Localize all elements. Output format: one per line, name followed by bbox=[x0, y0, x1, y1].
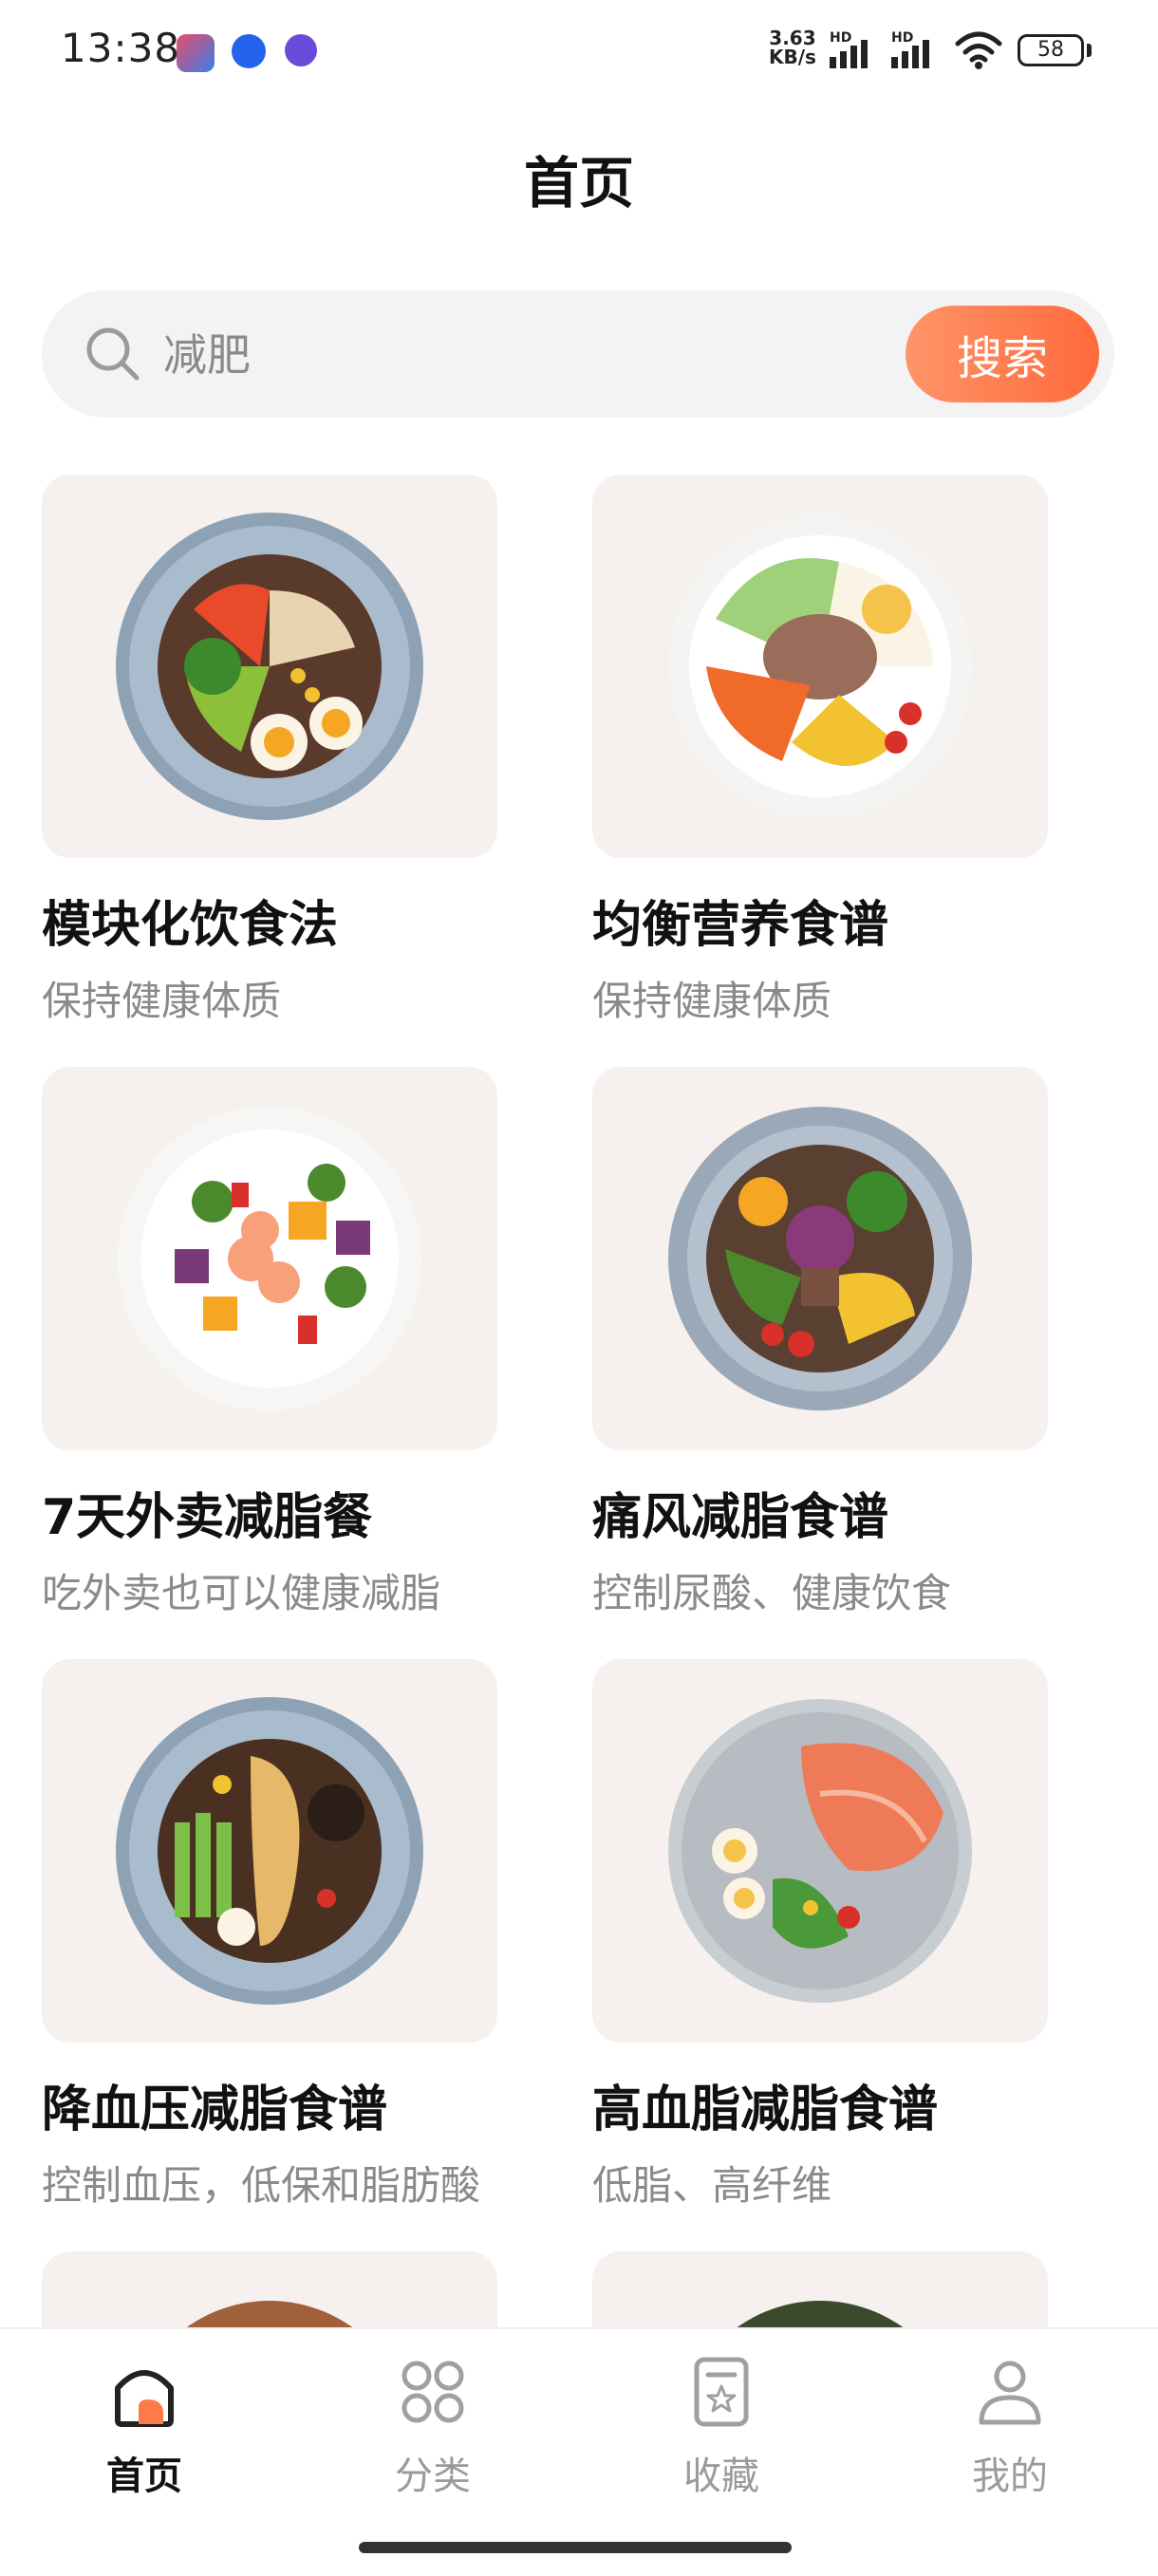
recipe-card[interactable]: 7天外卖减脂餐 吃外卖也可以健康减脂 bbox=[42, 1067, 497, 1619]
category-icon bbox=[402, 2361, 464, 2423]
home-indicator[interactable] bbox=[359, 2542, 792, 2553]
cellular-signal-icon-2: HD bbox=[891, 30, 929, 68]
recipe-card[interactable]: 模块化饮食法 保持健康体质 bbox=[42, 475, 497, 1027]
recipe-image[interactable] bbox=[592, 1067, 1048, 1450]
beef-corn-bowl-image bbox=[668, 1107, 972, 1410]
nav-item-favorites[interactable]: 收藏 bbox=[626, 2354, 816, 2500]
recipe-image[interactable] bbox=[592, 1659, 1048, 2043]
chicken-bowl-image bbox=[116, 513, 423, 820]
recipe-subtitle: 控制血压，低保和脂肪酸 bbox=[42, 2162, 481, 2209]
recipe-subtitle: 控制尿酸、健康饮食 bbox=[592, 1570, 952, 1616]
nav-item-profile[interactable]: 我的 bbox=[915, 2354, 1105, 2500]
recipe-title: 痛风减脂食谱 bbox=[592, 1489, 889, 1546]
nav-label-favorites: 收藏 bbox=[683, 2455, 759, 2498]
recipe-image[interactable] bbox=[592, 2251, 1048, 2335]
nav-item-home[interactable]: 首页 bbox=[49, 2354, 239, 2500]
tuna-salad-image bbox=[668, 514, 972, 818]
recipe-card[interactable] bbox=[592, 2251, 1048, 2335]
battery-level: 58 bbox=[1037, 38, 1064, 62]
recipe-card[interactable]: 降血压减脂食谱 控制血压，低保和脂肪酸 bbox=[42, 1659, 497, 2212]
search-input[interactable] bbox=[161, 319, 830, 391]
network-speed-value: 3.63 bbox=[769, 27, 816, 49]
recipe-title: 7天外卖减脂餐 bbox=[42, 1489, 373, 1546]
recipe-image[interactable] bbox=[592, 475, 1048, 858]
nav-label-profile: 我的 bbox=[972, 2455, 1048, 2498]
recipe-image[interactable] bbox=[42, 2251, 497, 2335]
profile-icon bbox=[979, 2361, 1041, 2425]
favorites-icon bbox=[694, 2357, 749, 2427]
network-speed-unit: KB/s bbox=[769, 46, 816, 68]
signal-hd-label: HD bbox=[830, 30, 851, 46]
cellular-signal-icon: HD bbox=[830, 30, 868, 68]
grilled-chicken-bowl-image bbox=[116, 1697, 423, 2005]
recipe-subtitle: 低脂、高纤维 bbox=[592, 2162, 832, 2209]
recipe-title: 均衡营养食谱 bbox=[592, 897, 889, 954]
wifi-icon bbox=[955, 31, 1002, 69]
status-time: 13:38 bbox=[61, 25, 181, 71]
network-speed: 3.63 KB/s bbox=[769, 28, 816, 66]
cloud-app-notification-icon bbox=[177, 34, 215, 72]
recipe-image[interactable] bbox=[42, 1067, 497, 1450]
shrimp-veggie-bowl-image bbox=[118, 1107, 421, 1410]
search-bar[interactable]: 搜索 bbox=[42, 290, 1114, 418]
home-icon bbox=[115, 2370, 174, 2427]
recipe-card[interactable]: 痛风减脂食谱 控制尿酸、健康饮食 bbox=[592, 1067, 1048, 1619]
recipe-card[interactable]: 均衡营养食谱 保持健康体质 bbox=[592, 475, 1048, 1027]
nav-label-home: 首页 bbox=[106, 2455, 182, 2498]
recipe-title: 模块化饮食法 bbox=[42, 897, 339, 954]
battery-icon: 58 bbox=[1018, 34, 1084, 66]
recipe-title: 降血压减脂食谱 bbox=[42, 2081, 388, 2138]
status-bar: 13:38 3.63 KB/s HD HD 58 bbox=[0, 0, 1158, 104]
signal-hd-label-2: HD bbox=[891, 30, 913, 46]
app-notification-icon bbox=[232, 34, 266, 68]
recipe-image[interactable] bbox=[42, 1659, 497, 2043]
salmon-plate-image bbox=[668, 1699, 972, 2003]
page-title: 首页 bbox=[523, 151, 634, 215]
nav-label-category: 分类 bbox=[395, 2455, 471, 2498]
recipe-subtitle: 保持健康体质 bbox=[592, 978, 832, 1024]
nav-item-category[interactable]: 分类 bbox=[338, 2354, 528, 2500]
recipe-grid: 模块化饮食法 保持健康体质 均衡营养食谱 保持健康体质 7天外卖减脂餐 吃外卖也… bbox=[42, 475, 1124, 2335]
recipe-subtitle: 吃外卖也可以健康减脂 bbox=[42, 1570, 441, 1616]
recipe-image[interactable] bbox=[42, 475, 497, 858]
bottom-nav: 首页 分类 收藏 我的 bbox=[0, 2327, 1158, 2576]
search-button[interactable]: 搜索 bbox=[906, 306, 1099, 402]
recipe-card[interactable] bbox=[42, 2251, 497, 2335]
app-notification-icon-2 bbox=[285, 34, 317, 66]
recipe-subtitle: 保持健康体质 bbox=[42, 978, 282, 1024]
recipe-card[interactable]: 高血脂减脂食谱 低脂、高纤维 bbox=[592, 1659, 1048, 2212]
recipe-title: 高血脂减脂食谱 bbox=[592, 2081, 939, 2138]
search-icon bbox=[86, 327, 140, 381]
battery-tip bbox=[1087, 44, 1092, 57]
